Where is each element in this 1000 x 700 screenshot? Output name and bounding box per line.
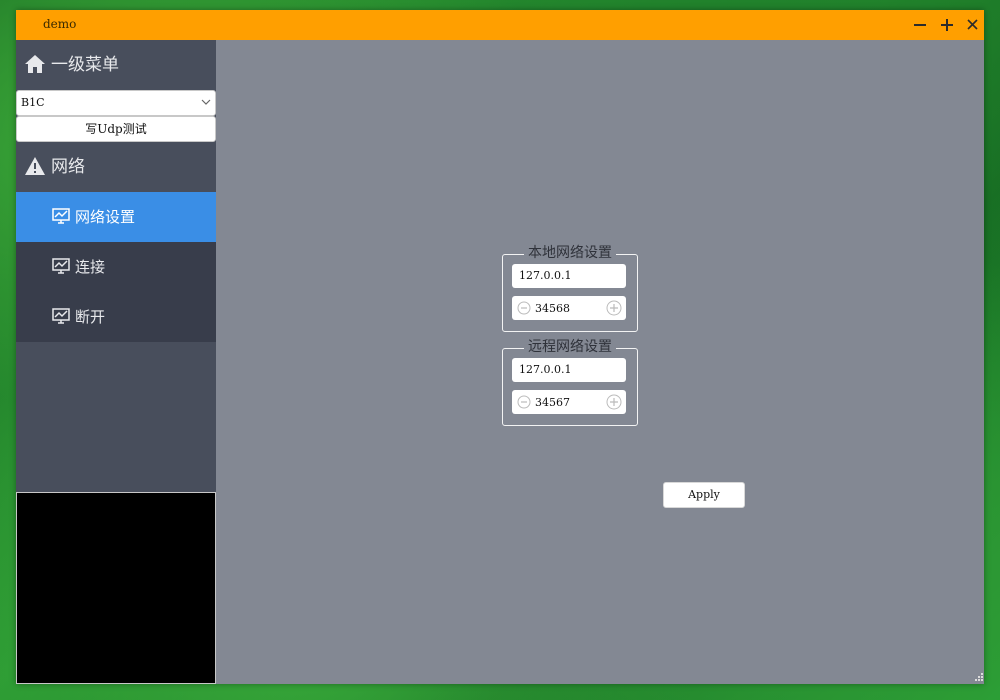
menu-header-label: 一级菜单	[51, 55, 119, 75]
udp-test-button[interactable]: 写Udp测试	[16, 116, 216, 142]
minus-circle-icon[interactable]	[517, 301, 531, 315]
minimize-button[interactable]	[910, 14, 930, 36]
menu-header-level1[interactable]: 一级菜单	[16, 40, 216, 90]
local-ip-input[interactable]: 127.0.0.1	[512, 264, 626, 288]
apply-button[interactable]: Apply	[663, 482, 745, 508]
remote-port-value: 34567	[535, 396, 570, 409]
chart-icon	[52, 308, 70, 324]
device-select-value: B1C	[21, 96, 45, 109]
local-network-title: 本地网络设置	[524, 245, 616, 261]
sidebar-item-disconnect[interactable]: 断开	[16, 292, 216, 342]
sidebar-item-label: 连接	[75, 258, 106, 276]
local-ip-value: 127.0.0.1	[519, 269, 572, 282]
close-icon	[966, 19, 978, 30]
remote-port-spinbox[interactable]: 34567	[512, 390, 626, 414]
home-icon	[25, 55, 45, 73]
video-preview	[16, 492, 216, 684]
chart-icon	[52, 258, 70, 274]
chart-icon	[52, 208, 70, 224]
plus-icon	[941, 19, 953, 31]
app-window: demo 一级菜单 B1C 写Udp测试 网络 网络设置 连接 断开 本地网络设…	[16, 10, 984, 684]
device-select[interactable]: B1C	[16, 90, 216, 116]
plus-circle-icon[interactable]	[606, 394, 622, 410]
sidebar-item-label: 断开	[75, 308, 106, 326]
window-title: demo	[43, 17, 77, 31]
menu-header-label: 网络	[51, 157, 85, 177]
warning-icon	[25, 157, 45, 175]
local-port-spinbox[interactable]: 34568	[512, 296, 626, 320]
sidebar-item-network-settings[interactable]: 网络设置	[16, 192, 216, 242]
local-network-group: 本地网络设置 127.0.0.1 34568	[502, 245, 638, 332]
local-port-value: 34568	[535, 302, 570, 315]
title-bar[interactable]: demo	[16, 10, 984, 40]
close-button[interactable]	[962, 14, 982, 36]
main-content: 本地网络设置 127.0.0.1 34568 远程网络设置 127.0.0.1	[216, 40, 984, 684]
minus-icon	[914, 24, 926, 26]
sidebar-item-label: 网络设置	[75, 208, 136, 226]
sidebar-item-connect[interactable]: 连接	[16, 242, 216, 292]
resize-grip-icon[interactable]	[973, 673, 983, 683]
sidebar: 一级菜单 B1C 写Udp测试 网络 网络设置 连接 断开	[16, 40, 216, 684]
remote-ip-value: 127.0.0.1	[519, 363, 572, 376]
remote-ip-input[interactable]: 127.0.0.1	[512, 358, 626, 382]
minus-circle-icon[interactable]	[517, 395, 531, 409]
plus-circle-icon[interactable]	[606, 300, 622, 316]
remote-network-title: 远程网络设置	[524, 339, 616, 355]
chevron-down-icon	[201, 99, 211, 105]
maximize-button[interactable]	[937, 14, 957, 36]
menu-header-network[interactable]: 网络	[16, 142, 216, 192]
network-submenu: 网络设置 连接 断开	[16, 192, 216, 342]
remote-network-group: 远程网络设置 127.0.0.1 34567	[502, 339, 638, 426]
